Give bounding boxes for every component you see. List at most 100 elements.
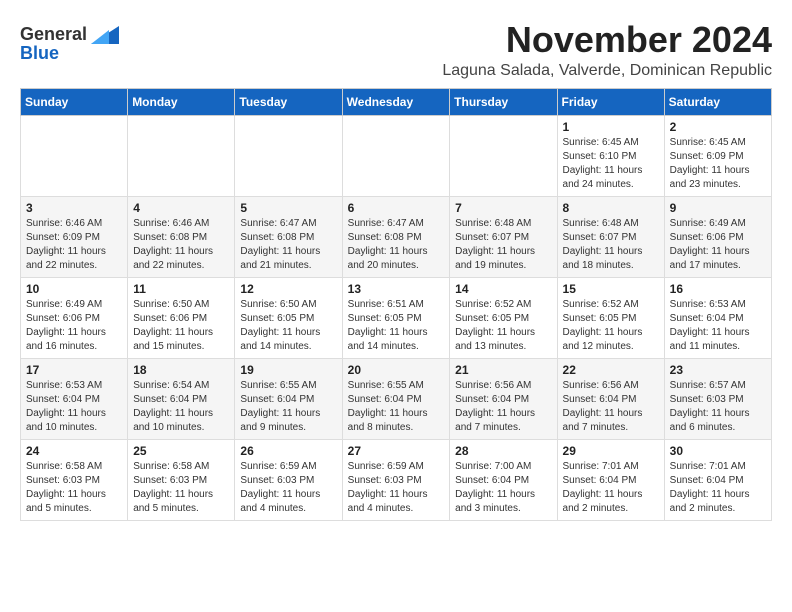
day-detail: Sunrise: 6:53 AM Sunset: 6:04 PM Dayligh… [26, 379, 122, 435]
day-detail: Sunrise: 6:55 AM Sunset: 6:04 PM Dayligh… [240, 379, 336, 435]
title-area: November 2024 Laguna Salada, Valverde, D… [442, 20, 772, 80]
calendar-cell: 20 Sunrise: 6:55 AM Sunset: 6:04 PM Dayli… [342, 358, 450, 439]
calendar-cell: 12Sunrise: 6:50 AM Sunset: 6:05 PM Dayli… [235, 277, 342, 358]
day-detail: Sunrise: 7:00 AM Sunset: 6:04 PM Dayligh… [455, 460, 551, 516]
day-detail: Sunrise: 6:47 AM Sunset: 6:08 PM Dayligh… [348, 217, 445, 273]
calendar-cell: 16 Sunrise: 6:53 AM Sunset: 6:04 PM Dayli… [664, 277, 771, 358]
day-detail: Sunrise: 6:48 AM Sunset: 6:07 PM Dayligh… [563, 217, 659, 273]
calendar-cell: 28 Sunrise: 7:00 AM Sunset: 6:04 PM Dayli… [450, 439, 557, 520]
day-number: 24 [26, 444, 122, 458]
day-detail: Sunrise: 7:01 AM Sunset: 6:04 PM Dayligh… [670, 460, 766, 516]
day-number: 6 [348, 201, 445, 215]
col-wednesday: Wednesday [342, 88, 450, 115]
day-number: 3 [26, 201, 122, 215]
calendar-cell: 4 Sunrise: 6:46 AM Sunset: 6:08 PM Daylig… [128, 196, 235, 277]
calendar-cell: 1Sunrise: 6:45 AM Sunset: 6:10 PM Daylig… [557, 115, 664, 196]
day-detail: Sunrise: 6:54 AM Sunset: 6:04 PM Dayligh… [133, 379, 229, 435]
day-number: 26 [240, 444, 336, 458]
calendar-cell: 25 Sunrise: 6:58 AM Sunset: 6:03 PM Dayli… [128, 439, 235, 520]
day-number: 14 [455, 282, 551, 296]
col-saturday: Saturday [664, 88, 771, 115]
calendar-cell: 11Sunrise: 6:50 AM Sunset: 6:06 PM Dayli… [128, 277, 235, 358]
col-friday: Friday [557, 88, 664, 115]
day-number: 20 [348, 363, 445, 377]
day-number: 2 [670, 120, 766, 134]
day-detail: Sunrise: 6:46 AM Sunset: 6:08 PM Dayligh… [133, 217, 229, 273]
day-number: 13 [348, 282, 445, 296]
day-detail: Sunrise: 6:51 AM Sunset: 6:05 PM Dayligh… [348, 298, 445, 354]
calendar-cell: 18 Sunrise: 6:54 AM Sunset: 6:04 PM Dayli… [128, 358, 235, 439]
day-detail: Sunrise: 6:52 AM Sunset: 6:05 PM Dayligh… [455, 298, 551, 354]
col-tuesday: Tuesday [235, 88, 342, 115]
col-monday: Monday [128, 88, 235, 115]
calendar-cell: 3 Sunrise: 6:46 AM Sunset: 6:09 PM Daylig… [21, 196, 128, 277]
calendar-table: Sunday Monday Tuesday Wednesday Thursday… [20, 88, 772, 521]
day-detail: Sunrise: 6:50 AM Sunset: 6:05 PM Dayligh… [240, 298, 336, 354]
logo-blue-text: Blue [20, 43, 59, 64]
calendar-cell: 9 Sunrise: 6:49 AM Sunset: 6:06 PM Daylig… [664, 196, 771, 277]
logo: General Blue [20, 24, 119, 64]
day-detail: Sunrise: 6:55 AM Sunset: 6:04 PM Dayligh… [348, 379, 445, 435]
day-detail: Sunrise: 6:58 AM Sunset: 6:03 PM Dayligh… [133, 460, 229, 516]
location-subtitle: Laguna Salada, Valverde, Dominican Repub… [442, 62, 772, 80]
day-detail: Sunrise: 6:56 AM Sunset: 6:04 PM Dayligh… [455, 379, 551, 435]
calendar-cell: 17 Sunrise: 6:53 AM Sunset: 6:04 PM Dayli… [21, 358, 128, 439]
day-number: 4 [133, 201, 229, 215]
calendar-header-row: Sunday Monday Tuesday Wednesday Thursday… [21, 88, 772, 115]
day-detail: Sunrise: 6:49 AM Sunset: 6:06 PM Dayligh… [670, 217, 766, 273]
month-title: November 2024 [442, 20, 772, 60]
day-number: 7 [455, 201, 551, 215]
day-number: 28 [455, 444, 551, 458]
day-number: 16 [670, 282, 766, 296]
calendar-cell: 14 Sunrise: 6:52 AM Sunset: 6:05 PM Dayli… [450, 277, 557, 358]
day-detail: Sunrise: 6:58 AM Sunset: 6:03 PM Dayligh… [26, 460, 122, 516]
day-number: 19 [240, 363, 336, 377]
calendar-cell: 30Sunrise: 7:01 AM Sunset: 6:04 PM Dayli… [664, 439, 771, 520]
calendar-cell [235, 115, 342, 196]
calendar-cell [128, 115, 235, 196]
day-detail: Sunrise: 6:52 AM Sunset: 6:05 PM Dayligh… [563, 298, 659, 354]
calendar-week-row: 1Sunrise: 6:45 AM Sunset: 6:10 PM Daylig… [21, 115, 772, 196]
calendar-cell: 21 Sunrise: 6:56 AM Sunset: 6:04 PM Dayli… [450, 358, 557, 439]
calendar-cell: 6 Sunrise: 6:47 AM Sunset: 6:08 PM Daylig… [342, 196, 450, 277]
day-number: 5 [240, 201, 336, 215]
day-detail: Sunrise: 6:49 AM Sunset: 6:06 PM Dayligh… [26, 298, 122, 354]
calendar-cell: 15 Sunrise: 6:52 AM Sunset: 6:05 PM Dayli… [557, 277, 664, 358]
logo-general-text: General [20, 24, 87, 45]
col-sunday: Sunday [21, 88, 128, 115]
day-number: 25 [133, 444, 229, 458]
calendar-week-row: 3 Sunrise: 6:46 AM Sunset: 6:09 PM Daylig… [21, 196, 772, 277]
day-number: 18 [133, 363, 229, 377]
day-number: 27 [348, 444, 445, 458]
calendar-cell: 10 Sunrise: 6:49 AM Sunset: 6:06 PM Dayli… [21, 277, 128, 358]
day-detail: Sunrise: 6:59 AM Sunset: 6:03 PM Dayligh… [240, 460, 336, 516]
col-thursday: Thursday [450, 88, 557, 115]
day-detail: Sunrise: 6:46 AM Sunset: 6:09 PM Dayligh… [26, 217, 122, 273]
calendar-week-row: 24 Sunrise: 6:58 AM Sunset: 6:03 PM Dayli… [21, 439, 772, 520]
day-number: 9 [670, 201, 766, 215]
calendar-week-row: 10 Sunrise: 6:49 AM Sunset: 6:06 PM Dayli… [21, 277, 772, 358]
day-number: 10 [26, 282, 122, 296]
calendar-cell: 5 Sunrise: 6:47 AM Sunset: 6:08 PM Daylig… [235, 196, 342, 277]
calendar-cell: 26 Sunrise: 6:59 AM Sunset: 6:03 PM Dayli… [235, 439, 342, 520]
page-container: General Blue November 2024 Laguna Salada… [20, 20, 772, 521]
day-number: 21 [455, 363, 551, 377]
day-detail: Sunrise: 6:57 AM Sunset: 6:03 PM Dayligh… [670, 379, 766, 435]
calendar-cell: 27Sunrise: 6:59 AM Sunset: 6:03 PM Dayli… [342, 439, 450, 520]
calendar-cell [450, 115, 557, 196]
calendar-cell: 7 Sunrise: 6:48 AM Sunset: 6:07 PM Daylig… [450, 196, 557, 277]
calendar-cell [21, 115, 128, 196]
day-detail: Sunrise: 6:53 AM Sunset: 6:04 PM Dayligh… [670, 298, 766, 354]
calendar-cell [342, 115, 450, 196]
day-number: 17 [26, 363, 122, 377]
calendar-cell: 24 Sunrise: 6:58 AM Sunset: 6:03 PM Dayli… [21, 439, 128, 520]
day-detail: Sunrise: 6:48 AM Sunset: 6:07 PM Dayligh… [455, 217, 551, 273]
day-number: 22 [563, 363, 659, 377]
day-detail: Sunrise: 6:56 AM Sunset: 6:04 PM Dayligh… [563, 379, 659, 435]
day-detail: Sunrise: 6:45 AM Sunset: 6:10 PM Dayligh… [563, 136, 659, 192]
day-detail: Sunrise: 7:01 AM Sunset: 6:04 PM Dayligh… [563, 460, 659, 516]
day-number: 15 [563, 282, 659, 296]
header: General Blue November 2024 Laguna Salada… [20, 20, 772, 80]
calendar-week-row: 17 Sunrise: 6:53 AM Sunset: 6:04 PM Dayli… [21, 358, 772, 439]
day-detail: Sunrise: 6:47 AM Sunset: 6:08 PM Dayligh… [240, 217, 336, 273]
